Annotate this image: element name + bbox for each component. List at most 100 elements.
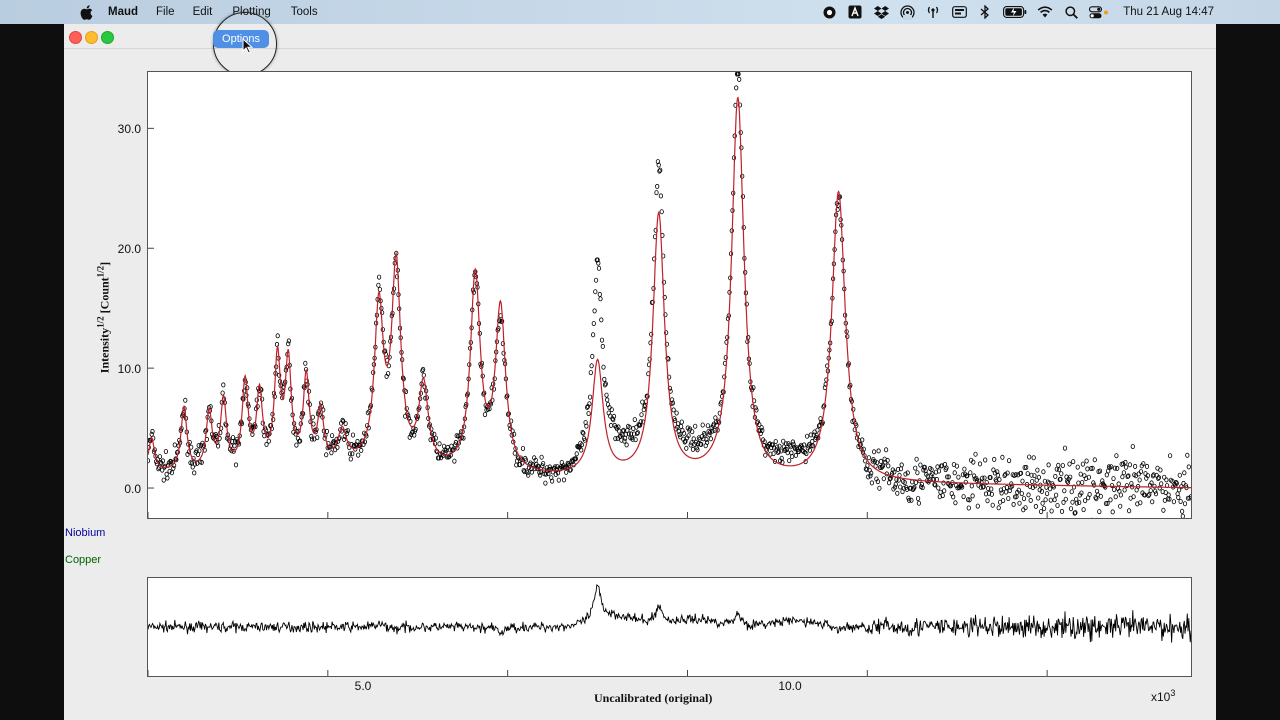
observed-point [953,500,958,506]
observed-point [871,449,877,455]
observed-point [640,399,645,405]
dropbox-icon[interactable] [873,4,889,20]
observed-point [189,444,194,450]
record-icon[interactable] [821,4,837,20]
observed-point [157,454,162,460]
observed-point [654,190,659,196]
antenna-icon[interactable] [925,4,941,20]
observed-point [896,477,901,483]
observed-point [286,338,291,344]
observed-point [1186,464,1191,470]
observed-point [590,353,595,359]
legend-niobium[interactable]: Niobium [65,527,105,539]
observed-point [335,444,340,450]
observed-point [881,476,886,482]
observed-point [1118,503,1123,509]
calculated-fit-line [148,96,1191,489]
apple-menu-icon[interactable] [78,4,94,20]
legend-copper[interactable]: Copper [65,554,101,566]
observed-point [658,193,664,199]
observed-point [1130,443,1135,449]
observed-point [869,480,875,486]
observed-point [1116,481,1121,487]
observed-point [330,433,335,439]
observed-point [962,466,967,472]
observed-point [876,448,881,454]
menu-file[interactable]: File [156,6,175,18]
observed-point [1126,508,1132,514]
observed-point [1062,488,1067,494]
observed-point [294,442,299,448]
x-axis-label: Uncalibrated (original) [594,691,713,705]
observed-point [915,495,921,501]
observed-point [659,209,664,215]
y-axis-label: Intensity1/2 [Count1/2] [95,261,112,374]
observed-point [1100,478,1105,484]
observed-point [1158,467,1163,473]
observed-point [679,419,684,425]
x-axis-multiplier: x103 [1151,688,1176,704]
options-button[interactable]: Options [213,30,269,48]
observed-point [935,464,940,470]
observed-point [602,376,607,382]
observed-point [1044,491,1050,497]
status-area: Thu 21 Aug 14:47 [821,0,1280,24]
observed-point [604,392,609,398]
residual-plot[interactable] [147,577,1192,677]
observed-point [348,456,353,462]
close-window-button[interactable] [69,31,82,44]
observed-point [377,274,382,280]
menu-bar-clock[interactable]: Thu 21 Aug 14:47 [1123,6,1214,18]
zoom-window-button[interactable] [101,31,114,44]
observed-point [992,456,997,462]
observed-point [982,475,987,481]
observed-point [1114,453,1119,459]
observed-point [452,458,457,464]
observed-point [1044,484,1049,490]
menu-edit[interactable]: Edit [193,6,213,18]
observed-point [599,337,605,343]
observed-point [893,481,898,487]
y-tick-label: 0.0 [124,482,141,496]
observed-point [1104,472,1109,478]
observed-point [1000,498,1006,504]
observed-point [1123,464,1129,470]
wifi-icon[interactable] [1037,4,1053,20]
observed-point [898,484,903,490]
observed-point [793,452,799,458]
observed-point [556,477,561,483]
observed-point [359,447,364,453]
observed-point [1110,509,1115,515]
residual-plot-canvas [148,584,1191,676]
observed-point [969,483,974,489]
menu-tools[interactable]: Tools [291,6,318,18]
observed-point [1019,491,1024,497]
spotlight-icon[interactable] [1063,4,1079,20]
airdrop-icon[interactable] [899,4,915,20]
observed-point [564,469,569,475]
observed-point [1069,489,1074,495]
observed-point [1167,453,1173,459]
observed-point [1127,462,1133,468]
observed-point [171,465,176,471]
residual-line [148,584,1191,643]
observed-point [220,390,225,396]
observed-point [1122,487,1127,493]
y-tick-label: 30.0 [117,122,141,136]
observed-point [674,410,679,416]
observed-point [1068,506,1074,512]
observed-point [1046,462,1051,468]
diffraction-plot[interactable] [147,71,1192,519]
display-icon[interactable] [951,4,967,20]
observed-point [690,446,696,452]
observed-point [192,470,197,476]
observed-point [163,448,168,454]
app-menu[interactable]: Maud [108,6,138,18]
control-center-icon[interactable] [1089,4,1109,20]
observed-point [356,452,361,458]
bluetooth-icon[interactable] [977,4,993,20]
observed-point [1027,454,1032,460]
text-input-icon[interactable] [847,4,863,20]
battery-icon[interactable] [1003,4,1027,20]
minimize-window-button[interactable] [85,31,98,44]
